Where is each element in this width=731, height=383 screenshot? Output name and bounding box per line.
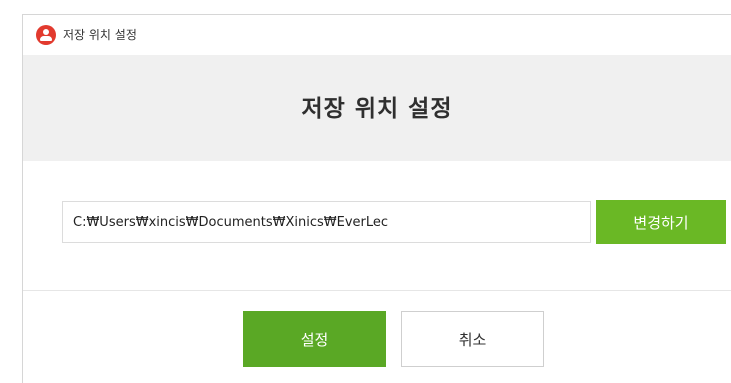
title-bar: 저장 위치 설정	[23, 15, 731, 55]
cancel-button[interactable]: 취소	[401, 311, 544, 367]
change-path-button[interactable]: 변경하기	[596, 200, 726, 244]
footer-divider	[23, 290, 731, 291]
window-title: 저장 위치 설정	[63, 28, 137, 42]
app-person-icon	[36, 25, 56, 45]
save-location-dialog: 저장 위치 설정 저장 위치 설정 변경하기 설정 취소	[22, 14, 731, 383]
save-path-input[interactable]	[62, 201, 591, 243]
dialog-header: 저장 위치 설정	[23, 55, 731, 161]
confirm-button[interactable]: 설정	[243, 311, 386, 367]
page-title: 저장 위치 설정	[301, 96, 453, 122]
